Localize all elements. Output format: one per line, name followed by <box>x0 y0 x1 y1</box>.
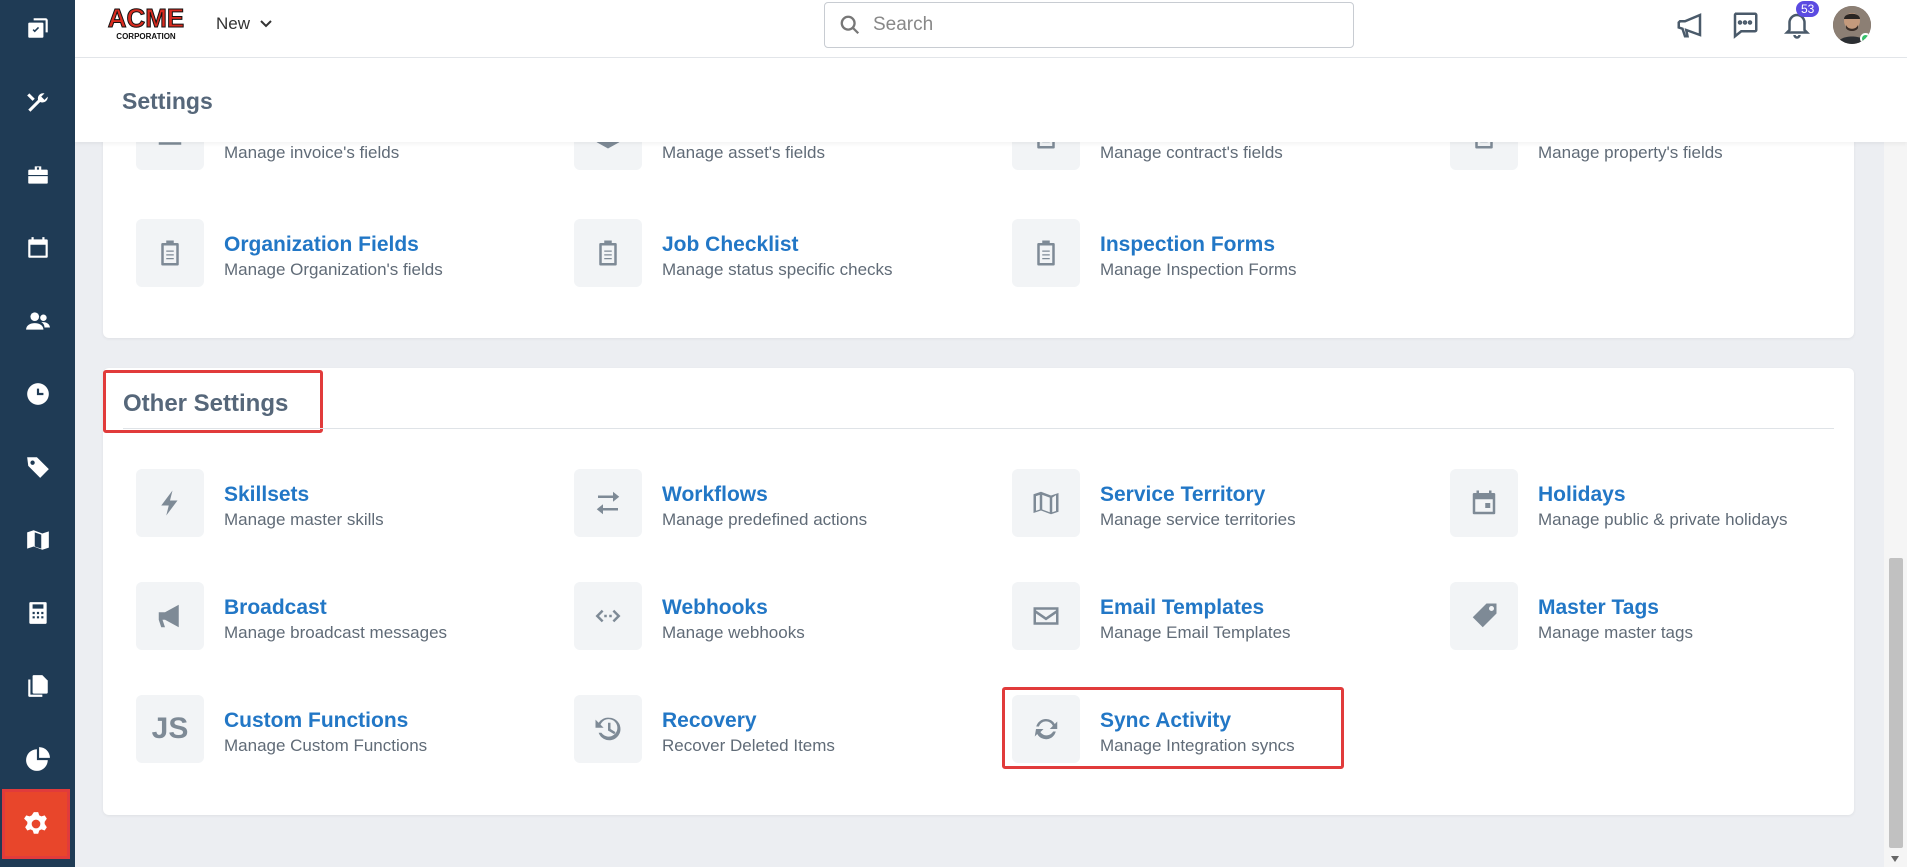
email-templates-item[interactable]: Email Templates Manage Email Templates <box>1012 582 1432 652</box>
calendar-icon <box>27 237 48 258</box>
chat-icon <box>1733 12 1758 39</box>
new-label: New <box>216 14 251 33</box>
recovery-item[interactable]: Recovery Recover Deleted Items <box>574 695 994 765</box>
scrollbar-thumb[interactable] <box>1889 558 1903 848</box>
holidays-item[interactable]: Holidays Manage public & private holiday… <box>1450 469 1870 539</box>
settings-header: Settings <box>75 58 1907 142</box>
gear-icon <box>24 812 47 834</box>
messages-button[interactable] <box>1730 10 1760 40</box>
history-icon <box>574 695 642 763</box>
chevron-down-icon <box>260 20 272 28</box>
bolt-icon <box>136 469 204 537</box>
documents-icon <box>27 675 48 697</box>
sidebar-item-time[interactable] <box>0 358 75 430</box>
webhooks-item[interactable]: Webhooks Manage webhooks <box>574 582 994 652</box>
clock-icon <box>26 383 49 405</box>
avatar[interactable] <box>1833 6 1871 44</box>
envelope-icon <box>1012 582 1080 650</box>
tools-icon <box>26 93 48 112</box>
organization-fields-item[interactable]: Organization Fields Manage Organization'… <box>136 219 556 289</box>
sidebar-item-tools[interactable] <box>0 66 75 138</box>
scroll-down-arrow-icon[interactable] <box>1890 855 1900 863</box>
svg-text:CORPORATION: CORPORATION <box>116 32 176 41</box>
master-tags-item[interactable]: Master Tags Manage master tags <box>1450 582 1870 652</box>
tag-icon <box>1450 582 1518 650</box>
pie-chart-icon <box>25 747 50 771</box>
calculator-icon <box>28 602 47 624</box>
custom-functions-item[interactable]: JS Custom Functions Manage Custom Functi… <box>136 695 556 765</box>
map-icon <box>1012 469 1080 537</box>
divider <box>123 428 1834 429</box>
code-arrows-icon <box>574 582 642 650</box>
svg-text:ACME: ACME <box>108 3 185 33</box>
clipboard-icon <box>1012 219 1080 287</box>
briefcase-icon <box>27 166 48 184</box>
clipboard-icon <box>136 219 204 287</box>
megaphone-icon <box>136 582 204 650</box>
megaphone-icon <box>1677 13 1702 38</box>
sync-icon <box>1012 695 1080 763</box>
skillsets-item[interactable]: Skillsets Manage master skills <box>136 469 556 539</box>
sidebar-item-jobs[interactable] <box>0 0 75 64</box>
service-territory-item[interactable]: Service Territory Manage service territo… <box>1012 469 1432 539</box>
swap-arrows-icon <box>574 469 642 537</box>
sidebar-item-calculator[interactable] <box>0 577 75 649</box>
page-title: Settings <box>122 88 213 114</box>
sidebar-item-reports[interactable] <box>0 723 75 795</box>
users-icon <box>25 312 50 330</box>
sync-activity-item[interactable]: Sync Activity Manage Integration syncs <box>1012 695 1432 765</box>
map-icon <box>26 530 49 550</box>
calendar-icon <box>1450 469 1518 537</box>
sidebar-item-tags[interactable] <box>0 431 75 503</box>
other-settings-card: Other Settings Skillsets Manage master s… <box>103 368 1854 815</box>
job-checklist-item[interactable]: Job Checklist Manage status specific che… <box>574 219 994 289</box>
sidebar-item-map[interactable] <box>0 504 75 576</box>
online-status-dot <box>1860 33 1871 44</box>
copy-check-icon <box>27 18 48 38</box>
announcements-button[interactable] <box>1675 10 1705 40</box>
acme-logo[interactable]: ACME CORPORATION <box>104 3 188 41</box>
broadcast-item[interactable]: Broadcast Manage broadcast messages <box>136 582 556 652</box>
sidebar-item-settings[interactable] <box>2 789 70 859</box>
sidebar <box>0 0 75 867</box>
search-icon <box>840 15 860 35</box>
sidebar-item-users[interactable] <box>0 285 75 357</box>
section-title: Other Settings <box>123 390 289 417</box>
inspection-forms-item[interactable]: Inspection Forms Manage Inspection Forms <box>1012 219 1432 289</box>
tag-icon <box>26 457 49 478</box>
sidebar-item-calendar[interactable] <box>0 212 75 284</box>
search-box[interactable] <box>824 2 1354 48</box>
sidebar-item-briefcase[interactable] <box>0 139 75 211</box>
notification-badge: 53 <box>1796 1 1820 17</box>
sidebar-item-documents[interactable] <box>0 650 75 722</box>
page-scrollbar[interactable] <box>1884 58 1907 867</box>
js-icon: JS <box>136 695 204 763</box>
new-dropdown[interactable]: New <box>216 14 272 34</box>
clipboard-icon <box>574 219 642 287</box>
workflows-item[interactable]: Workflows Manage predefined actions <box>574 469 994 539</box>
custom-fields-card: Manage invoice's fields Manage asset's f… <box>103 102 1854 338</box>
search-input[interactable] <box>873 14 1333 36</box>
